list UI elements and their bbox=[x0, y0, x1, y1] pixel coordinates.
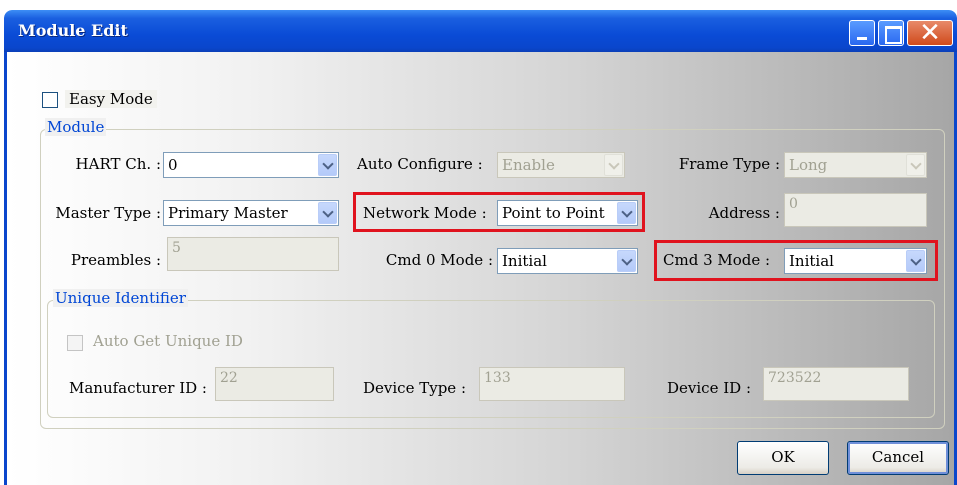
auto-configure-value: Enable bbox=[502, 156, 555, 174]
hart-ch-select[interactable]: 0 bbox=[163, 152, 339, 178]
auto-configure-select: Enable bbox=[497, 152, 625, 178]
device-id-label: Device ID : bbox=[667, 379, 751, 397]
hart-ch-label: HART Ch. : bbox=[75, 155, 161, 173]
title-bar[interactable]: Module Edit ✕ bbox=[4, 10, 957, 52]
device-id-field: 723522 bbox=[763, 367, 909, 401]
auto-get-unique-id-checkbox bbox=[67, 335, 83, 351]
chevron-down-icon bbox=[906, 154, 925, 176]
dialog-body: Easy Mode Module HART Ch. : 0 Auto Confi… bbox=[4, 52, 957, 485]
device-type-label: Device Type : bbox=[363, 379, 467, 397]
chevron-down-icon[interactable] bbox=[906, 250, 925, 272]
ok-button[interactable]: OK bbox=[737, 441, 829, 475]
minimize-button[interactable] bbox=[849, 20, 875, 46]
chevron-down-icon[interactable] bbox=[318, 202, 337, 224]
preambles-field: 5 bbox=[167, 237, 339, 271]
frame-type-value: Long bbox=[789, 156, 828, 174]
auto-configure-label: Auto Configure : bbox=[357, 155, 483, 173]
close-button[interactable]: ✕ bbox=[907, 18, 953, 48]
preambles-label: Preambles : bbox=[70, 251, 161, 269]
address-field: 0 bbox=[784, 193, 927, 227]
master-type-label: Master Type : bbox=[55, 204, 161, 222]
module-legend: Module bbox=[45, 118, 107, 136]
frame-type-select: Long bbox=[784, 152, 927, 178]
cmd0-mode-value: Initial bbox=[502, 252, 547, 270]
manufacturer-id-label: Manufacturer ID : bbox=[69, 379, 207, 397]
network-mode-label: Network Mode : bbox=[363, 204, 487, 222]
cmd3-mode-value: Initial bbox=[789, 252, 834, 270]
cancel-button[interactable]: Cancel bbox=[847, 441, 949, 475]
master-type-select[interactable]: Primary Master bbox=[163, 200, 339, 226]
frame-type-label: Frame Type : bbox=[678, 155, 780, 173]
master-type-value: Primary Master bbox=[168, 204, 288, 222]
cmd3-mode-label: Cmd 3 Mode : bbox=[663, 251, 771, 269]
window-title: Module Edit bbox=[18, 21, 128, 40]
unique-identifier-legend: Unique Identifier bbox=[53, 289, 188, 307]
module-edit-dialog: Module Edit ✕ Easy Mode Module HART Ch. … bbox=[4, 10, 957, 485]
chevron-down-icon[interactable] bbox=[318, 154, 337, 176]
maximize-button[interactable] bbox=[878, 20, 904, 46]
hart-ch-value: 0 bbox=[168, 156, 178, 174]
preambles-value: 5 bbox=[172, 240, 181, 256]
auto-get-unique-id-label: Auto Get Unique ID bbox=[93, 332, 243, 350]
network-mode-value: Point to Point bbox=[502, 204, 605, 222]
device-type-value: 133 bbox=[484, 370, 511, 386]
chevron-down-icon bbox=[604, 154, 623, 176]
address-value: 0 bbox=[789, 196, 798, 212]
manufacturer-id-value: 22 bbox=[220, 370, 238, 386]
network-mode-select[interactable]: Point to Point bbox=[497, 200, 638, 226]
address-label: Address : bbox=[708, 204, 780, 222]
manufacturer-id-field: 22 bbox=[215, 367, 334, 401]
device-type-field: 133 bbox=[479, 367, 625, 401]
cmd0-mode-label: Cmd 0 Mode : bbox=[385, 251, 493, 269]
cmd0-mode-select[interactable]: Initial bbox=[497, 248, 638, 274]
chevron-down-icon[interactable] bbox=[617, 202, 636, 224]
close-icon: ✕ bbox=[919, 18, 941, 48]
easy-mode-checkbox[interactable] bbox=[42, 92, 58, 108]
device-id-value: 723522 bbox=[768, 370, 822, 386]
cmd3-mode-select[interactable]: Initial bbox=[784, 248, 927, 274]
easy-mode-label: Easy Mode bbox=[65, 90, 157, 108]
chevron-down-icon[interactable] bbox=[617, 250, 636, 272]
